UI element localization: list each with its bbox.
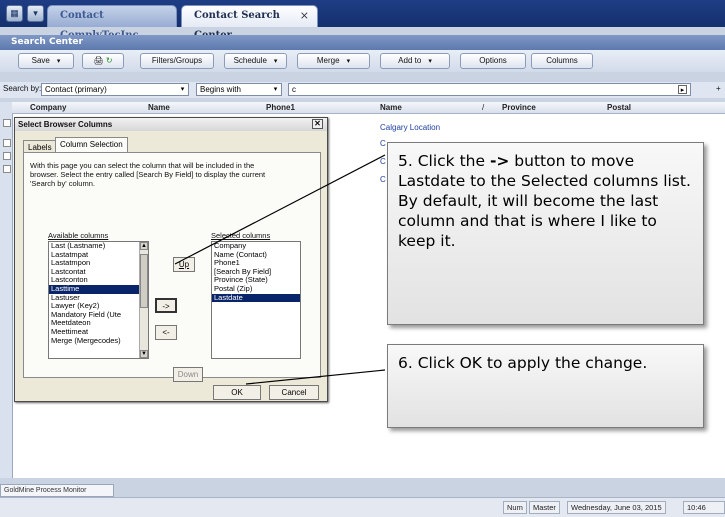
callout-6-pointer [245,369,386,385]
callout-step-6: 6. Click OK to apply the change. [387,344,704,428]
callout-6-text: 6. Click OK to apply the change. [398,354,648,372]
status-time: 10:46 [683,501,725,514]
status-date: Wednesday, June 03, 2015 [567,501,666,514]
status-master: Master [529,501,560,514]
callout-step-5: 5. Click the -> button to move Lastdate … [387,142,704,325]
process-monitor-tab[interactable]: GoldMine Process Monitor [0,484,114,497]
tab-column-selection[interactable]: Column Selection [55,137,128,152]
callout-5-pointer [174,154,386,265]
callout-5-text: 5. Click the [398,152,490,170]
callout-5-bold: -> [489,152,510,170]
status-num: Num [503,501,527,514]
status-bar: Num Master Wednesday, June 03, 2015 10:4… [0,497,725,517]
